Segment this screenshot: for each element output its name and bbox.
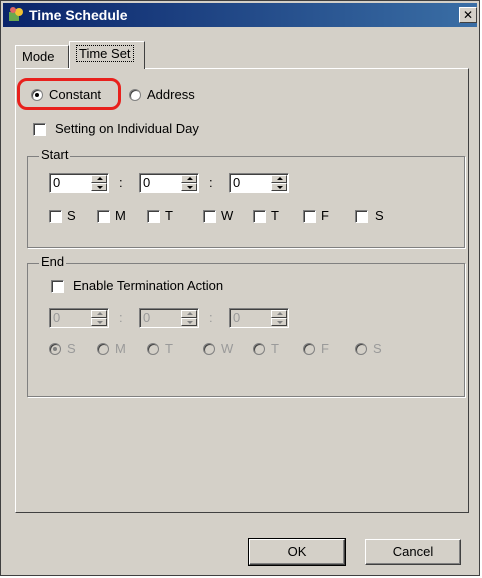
end-day-radio-wed[interactable] — [203, 343, 215, 355]
end-minute-down-button[interactable] — [181, 318, 197, 326]
end-day-radio-sun[interactable] — [49, 343, 61, 355]
title-bar: Time Schedule ✕ — [3, 3, 477, 27]
start-hour-down-button[interactable] — [91, 183, 107, 191]
start-day-checkbox-fri[interactable] — [303, 210, 316, 223]
end-day-label: M — [115, 341, 126, 356]
start-hour-up-button[interactable] — [91, 175, 107, 183]
start-day-label: T — [165, 208, 173, 223]
arrow-up-icon — [97, 312, 103, 315]
start-second-down-button[interactable] — [271, 183, 287, 191]
start-group — [27, 156, 465, 248]
arrow-down-icon — [97, 186, 103, 189]
end-minute-value: 0 — [143, 310, 151, 325]
end-day-radio-sat[interactable] — [355, 343, 367, 355]
arrow-down-icon — [97, 321, 103, 324]
end-minute-up-button[interactable] — [181, 310, 197, 318]
end-day-label: T — [271, 341, 279, 356]
start-day-checkbox-wed[interactable] — [203, 210, 216, 223]
arrow-up-icon — [97, 177, 103, 180]
end-day-radio-fri[interactable] — [303, 343, 315, 355]
end-day-radio-thu[interactable] — [253, 343, 265, 355]
individual-day-checkbox[interactable] — [33, 123, 46, 136]
tab-time-set-label: Time Set — [76, 45, 134, 62]
end-second-value: 0 — [233, 310, 241, 325]
radio-address[interactable] — [129, 89, 141, 101]
end-day-label: T — [165, 341, 173, 356]
end-day-label: W — [221, 341, 234, 356]
start-day-checkbox-mon[interactable] — [97, 210, 110, 223]
time-separator: : — [209, 175, 213, 190]
start-day-checkbox-tue[interactable] — [147, 210, 160, 223]
end-day-label: S — [373, 341, 382, 356]
time-separator: : — [209, 310, 213, 325]
start-second-value: 0 — [233, 175, 241, 190]
start-minute-value: 0 — [143, 175, 151, 190]
end-hour-spinbox[interactable]: 0 — [49, 308, 109, 328]
end-hour-up-button[interactable] — [91, 310, 107, 318]
end-second-up-button[interactable] — [271, 310, 287, 318]
start-day-label: M — [115, 208, 126, 223]
arrow-up-icon — [187, 312, 193, 315]
close-button[interactable]: ✕ — [459, 7, 477, 23]
radio-constant[interactable] — [31, 89, 43, 101]
arrow-up-icon — [277, 177, 283, 180]
start-second-up-button[interactable] — [271, 175, 287, 183]
end-day-label: F — [321, 341, 329, 356]
start-group-title: Start — [39, 147, 71, 162]
start-minute-down-button[interactable] — [181, 183, 197, 191]
arrow-down-icon — [277, 321, 283, 324]
end-minute-spinbox[interactable]: 0 — [139, 308, 199, 328]
cancel-button[interactable]: Cancel — [365, 539, 461, 565]
start-day-checkbox-sat[interactable] — [355, 210, 368, 223]
start-hour-value: 0 — [53, 175, 61, 190]
start-minute-spinbox[interactable]: 0 — [139, 173, 199, 193]
arrow-up-icon — [277, 312, 283, 315]
start-hour-spinbox[interactable]: 0 — [49, 173, 109, 193]
start-day-label: S — [375, 208, 384, 223]
end-day-radio-mon[interactable] — [97, 343, 109, 355]
start-minute-up-button[interactable] — [181, 175, 197, 183]
start-day-label: S — [67, 208, 76, 223]
time-separator: : — [119, 310, 123, 325]
radio-address-label: Address — [147, 87, 195, 102]
end-group-title: End — [39, 254, 67, 269]
end-hour-down-button[interactable] — [91, 318, 107, 326]
arrow-down-icon — [187, 321, 193, 324]
end-hour-value: 0 — [53, 310, 61, 325]
start-day-checkbox-thu[interactable] — [253, 210, 266, 223]
tab-mode-label: Mode — [22, 49, 55, 64]
arrow-down-icon — [277, 186, 283, 189]
radio-constant-label: Constant — [49, 87, 102, 102]
enable-termination-label: Enable Termination Action — [73, 278, 224, 293]
arrow-down-icon — [187, 186, 193, 189]
end-second-spinbox[interactable]: 0 — [229, 308, 289, 328]
app-icon — [9, 7, 23, 21]
tab-mode[interactable]: Mode — [15, 45, 69, 69]
ok-button[interactable]: OK — [248, 538, 346, 566]
start-day-label: T — [271, 208, 279, 223]
start-day-label: W — [221, 208, 234, 223]
enable-termination-checkbox[interactable] — [51, 280, 64, 293]
individual-day-label: Setting on Individual Day — [55, 121, 199, 136]
time-schedule-dialog: Time Schedule ✕ Mode Time Set Constant A… — [0, 0, 480, 576]
start-day-label: F — [321, 208, 329, 223]
start-day-checkbox-sun[interactable] — [49, 210, 62, 223]
arrow-up-icon — [187, 177, 193, 180]
start-second-spinbox[interactable]: 0 — [229, 173, 289, 193]
tab-time-set[interactable]: Time Set — [69, 41, 145, 69]
end-day-label: S — [67, 341, 76, 356]
time-separator: : — [119, 175, 123, 190]
end-second-down-button[interactable] — [271, 318, 287, 326]
window-title: Time Schedule — [29, 7, 128, 23]
end-day-radio-tue[interactable] — [147, 343, 159, 355]
